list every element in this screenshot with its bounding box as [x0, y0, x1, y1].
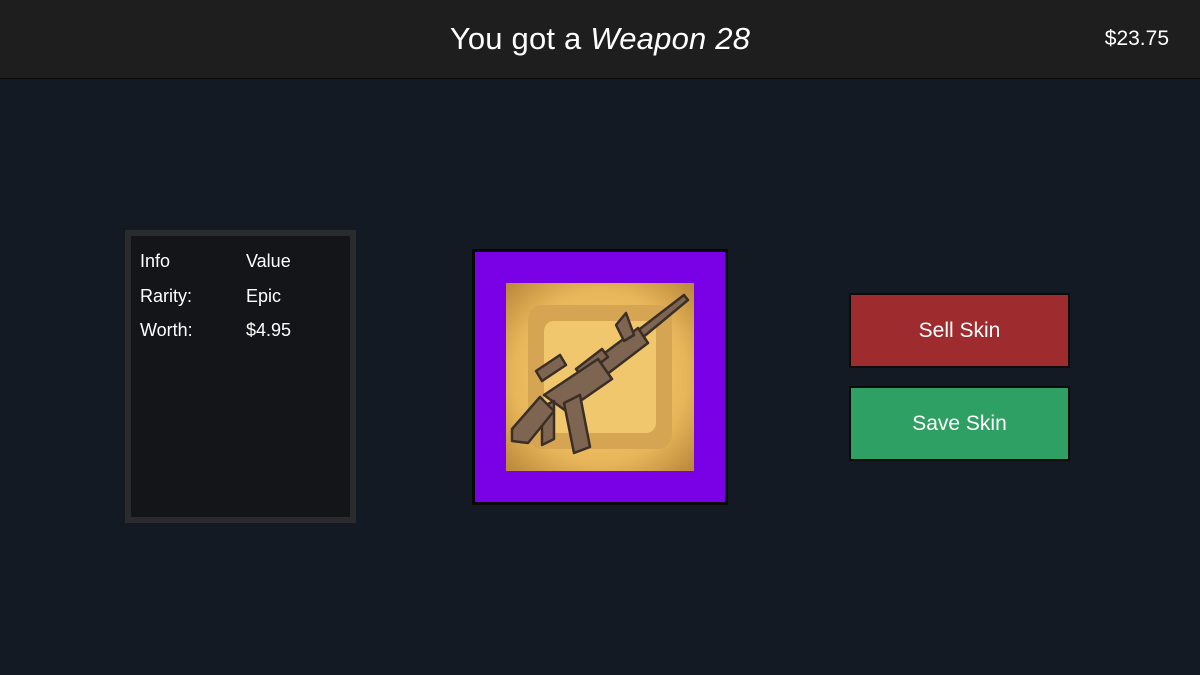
- rarity-label: Rarity:: [140, 286, 193, 306]
- worth-label: Worth:: [140, 320, 193, 340]
- rarity-value: Epic: [246, 286, 282, 306]
- info-panel: Info Value Rarity: Epic Worth: $4.95: [125, 230, 356, 523]
- info-column-header: Info: [140, 251, 171, 271]
- reward-item-name: Weapon 28: [590, 21, 751, 56]
- save-skin-button[interactable]: Save Skin: [849, 386, 1070, 461]
- rifle-icon: [506, 283, 694, 471]
- value-column-header: Value: [246, 251, 291, 271]
- balance-display: $23.75: [1104, 27, 1169, 50]
- sell-skin-button[interactable]: Sell Skin: [849, 293, 1070, 368]
- reward-title-prefix: You got a: [449, 21, 582, 56]
- reward-title: You got a Weapon 28: [0, 0, 1200, 78]
- top-bar: You got a Weapon 28 $23.75: [0, 0, 1200, 79]
- skin-display-frame: [472, 249, 728, 505]
- worth-value: $4.95: [246, 320, 292, 340]
